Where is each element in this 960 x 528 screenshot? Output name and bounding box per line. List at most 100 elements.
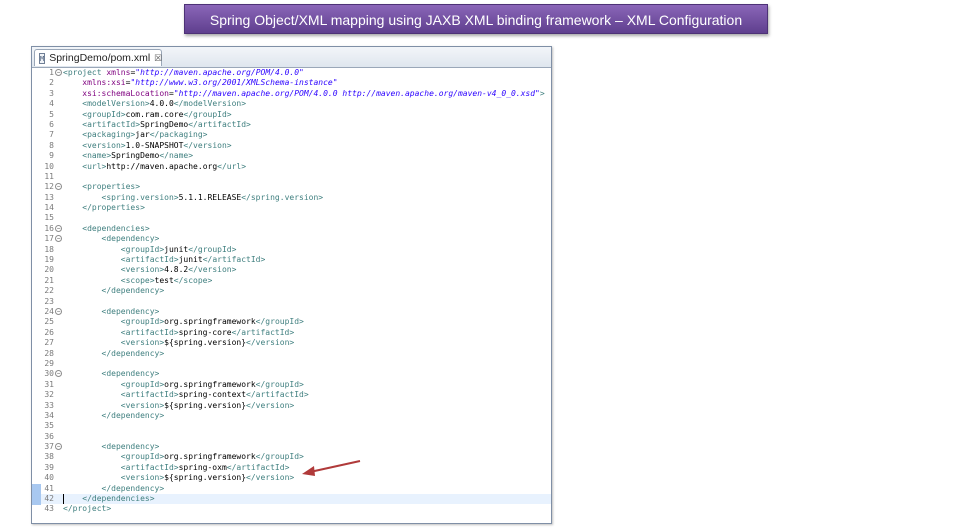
code-line[interactable]: 26 <artifactId>spring-core</artifactId> bbox=[32, 328, 551, 338]
code-line[interactable]: 4 <modelVersion>4.0.0</modelVersion> bbox=[32, 99, 551, 109]
code-text: <version>4.8.2</version> bbox=[120, 265, 237, 275]
code-line[interactable]: 9 <name>SpringDemo</name> bbox=[32, 151, 551, 161]
code-line[interactable]: 11 bbox=[32, 172, 551, 182]
text-caret bbox=[63, 494, 64, 505]
code-line[interactable]: 19 <artifactId>junit</artifactId> bbox=[32, 255, 551, 265]
code-line[interactable]: 13 <spring.version>5.1.1.RELEASE</spring… bbox=[32, 193, 551, 203]
line-number: 19 bbox=[44, 255, 54, 265]
code-text: </dependency> bbox=[101, 348, 165, 358]
code-line[interactable]: 35 bbox=[32, 421, 551, 431]
code-line[interactable]: 15 bbox=[32, 213, 551, 223]
code-line[interactable]: 5 <groupId>com.ram.core</groupId> bbox=[32, 110, 551, 120]
line-number: 29 bbox=[44, 358, 54, 368]
code-text: <modelVersion>4.0.0</modelVersion> bbox=[82, 99, 247, 109]
code-text: <dependency> bbox=[101, 306, 160, 316]
code-line[interactable]: 25 <groupId>org.springframework</groupId… bbox=[32, 317, 551, 327]
line-number: 20 bbox=[44, 265, 54, 275]
code-line[interactable]: 43 </project> bbox=[32, 504, 551, 514]
code-line[interactable]: 6 <artifactId>SpringDemo</artifactId> bbox=[32, 120, 551, 130]
line-number: 9 bbox=[49, 151, 54, 161]
code-area[interactable]: 1− <project xmlns="http://maven.apache.or… bbox=[32, 68, 551, 523]
code-line[interactable]: 32 <artifactId>spring-context</artifactI… bbox=[32, 390, 551, 400]
line-number: 36 bbox=[44, 431, 54, 441]
code-line[interactable]: 10 <url>http://maven.apache.org</url> bbox=[32, 162, 551, 172]
code-text: <groupId>org.springframework</groupId> bbox=[120, 317, 304, 327]
change-marker bbox=[32, 484, 41, 505]
code-line[interactable]: 33 <version>${spring.version}</version> bbox=[32, 401, 551, 411]
code-line[interactable]: 2 xmlns:xsi="http://www.w3.org/2001/XMLS… bbox=[32, 78, 551, 88]
line-number: 33 bbox=[44, 400, 54, 410]
code-line[interactable]: 39 <artifactId>spring-oxm</artifactId> bbox=[32, 463, 551, 473]
code-line[interactable]: 18 <groupId>junit</groupId> bbox=[32, 245, 551, 255]
line-number: 13 bbox=[44, 192, 54, 202]
code-line[interactable]: 34 </dependency> bbox=[32, 411, 551, 421]
code-text: <version>${spring.version}</version> bbox=[120, 338, 295, 348]
code-text: <artifactId>spring-context</artifactId> bbox=[120, 390, 309, 400]
line-number: 22 bbox=[44, 286, 54, 296]
code-text: <url>http://maven.apache.org</url> bbox=[82, 161, 247, 171]
code-text: </dependencies> bbox=[82, 494, 155, 504]
fold-toggle-icon[interactable]: − bbox=[55, 370, 62, 378]
code-text: <artifactId>spring-core</artifactId> bbox=[120, 327, 295, 337]
line-number: 10 bbox=[44, 161, 54, 171]
line-number: 43 bbox=[44, 504, 54, 514]
fold-toggle-icon[interactable]: − bbox=[55, 443, 62, 451]
tab-pom-xml[interactable]: M SpringDemo/pom.xml ☒ bbox=[34, 49, 162, 66]
code-text: <dependency> bbox=[101, 442, 160, 452]
code-line[interactable]: 17− <dependency> bbox=[32, 234, 551, 244]
line-number: 8 bbox=[49, 140, 54, 150]
line-number: 35 bbox=[44, 421, 54, 431]
line-number: 31 bbox=[44, 379, 54, 389]
code-text: <groupId>com.ram.core</groupId> bbox=[82, 109, 232, 119]
code-line[interactable]: 12− <properties> bbox=[32, 182, 551, 192]
code-text: <spring.version>5.1.1.RELEASE</spring.ve… bbox=[101, 192, 324, 202]
code-line[interactable]: 23 bbox=[32, 297, 551, 307]
fold-toggle-icon[interactable]: − bbox=[55, 224, 62, 232]
line-number: 30 bbox=[44, 369, 54, 379]
code-text: <name>SpringDemo</name> bbox=[82, 151, 194, 161]
line-number: 38 bbox=[44, 452, 54, 462]
code-line[interactable]: 40 <version>${spring.version}</version> bbox=[32, 473, 551, 483]
line-number: 17 bbox=[44, 234, 54, 244]
code-text: xsi:schemaLocation="http://maven.apache.… bbox=[82, 88, 545, 98]
code-line[interactable]: 42 </dependencies> bbox=[32, 494, 551, 505]
fold-toggle-icon[interactable]: − bbox=[55, 307, 62, 315]
maven-file-icon: M bbox=[39, 52, 46, 64]
code-line[interactable]: 7 <packaging>jar</packaging> bbox=[32, 130, 551, 140]
fold-toggle-icon[interactable]: − bbox=[55, 235, 62, 243]
code-line[interactable]: 37− <dependency> bbox=[32, 442, 551, 452]
code-line[interactable]: 31 <groupId>org.springframework</groupId… bbox=[32, 380, 551, 390]
xml-editor: M SpringDemo/pom.xml ☒ 1− <project xmlns=… bbox=[31, 46, 552, 524]
fold-toggle-icon[interactable]: − bbox=[55, 183, 62, 191]
code-line[interactable]: 8 <version>1.0-SNAPSHOT</version> bbox=[32, 141, 551, 151]
code-line[interactable]: 30− <dependency> bbox=[32, 369, 551, 379]
code-text: <groupId>junit</groupId> bbox=[120, 244, 237, 254]
code-line[interactable]: 28 </dependency> bbox=[32, 349, 551, 359]
line-number: 27 bbox=[44, 338, 54, 348]
fold-toggle-icon[interactable]: − bbox=[55, 69, 62, 76]
code-line[interactable]: 14 </properties> bbox=[32, 203, 551, 213]
code-line[interactable]: 20 <version>4.8.2</version> bbox=[32, 265, 551, 275]
line-number: 2 bbox=[49, 78, 54, 88]
code-line[interactable]: 21 <scope>test</scope> bbox=[32, 276, 551, 286]
code-line[interactable]: 27 <version>${spring.version}</version> bbox=[32, 338, 551, 348]
code-text: <scope>test</scope> bbox=[120, 275, 213, 285]
code-line[interactable]: 29 bbox=[32, 359, 551, 369]
line-number: 28 bbox=[44, 348, 54, 358]
code-line[interactable]: 41 </dependency> bbox=[32, 484, 551, 494]
line-number: 1 bbox=[49, 68, 54, 77]
code-text: <artifactId>junit</artifactId> bbox=[120, 255, 266, 265]
line-number: 15 bbox=[44, 213, 54, 223]
line-number: 40 bbox=[44, 473, 54, 483]
code-line[interactable]: 22 </dependency> bbox=[32, 286, 551, 296]
code-line[interactable]: 16− <dependencies> bbox=[32, 224, 551, 234]
code-line[interactable]: 24− <dependency> bbox=[32, 307, 551, 317]
close-tab-icon[interactable]: ☒ bbox=[154, 53, 162, 64]
code-text: <groupId>org.springframework</groupId> bbox=[120, 379, 304, 389]
code-line[interactable]: 3 xsi:schemaLocation="http://maven.apach… bbox=[32, 89, 551, 99]
code-line[interactable]: 1− <project xmlns="http://maven.apache.or… bbox=[32, 68, 551, 78]
code-line[interactable]: 38 <groupId>org.springframework</groupId… bbox=[32, 452, 551, 462]
code-line[interactable]: 36 bbox=[32, 432, 551, 442]
code-text: <artifactId>SpringDemo</artifactId> bbox=[82, 119, 251, 129]
line-number: 4 bbox=[49, 99, 54, 109]
